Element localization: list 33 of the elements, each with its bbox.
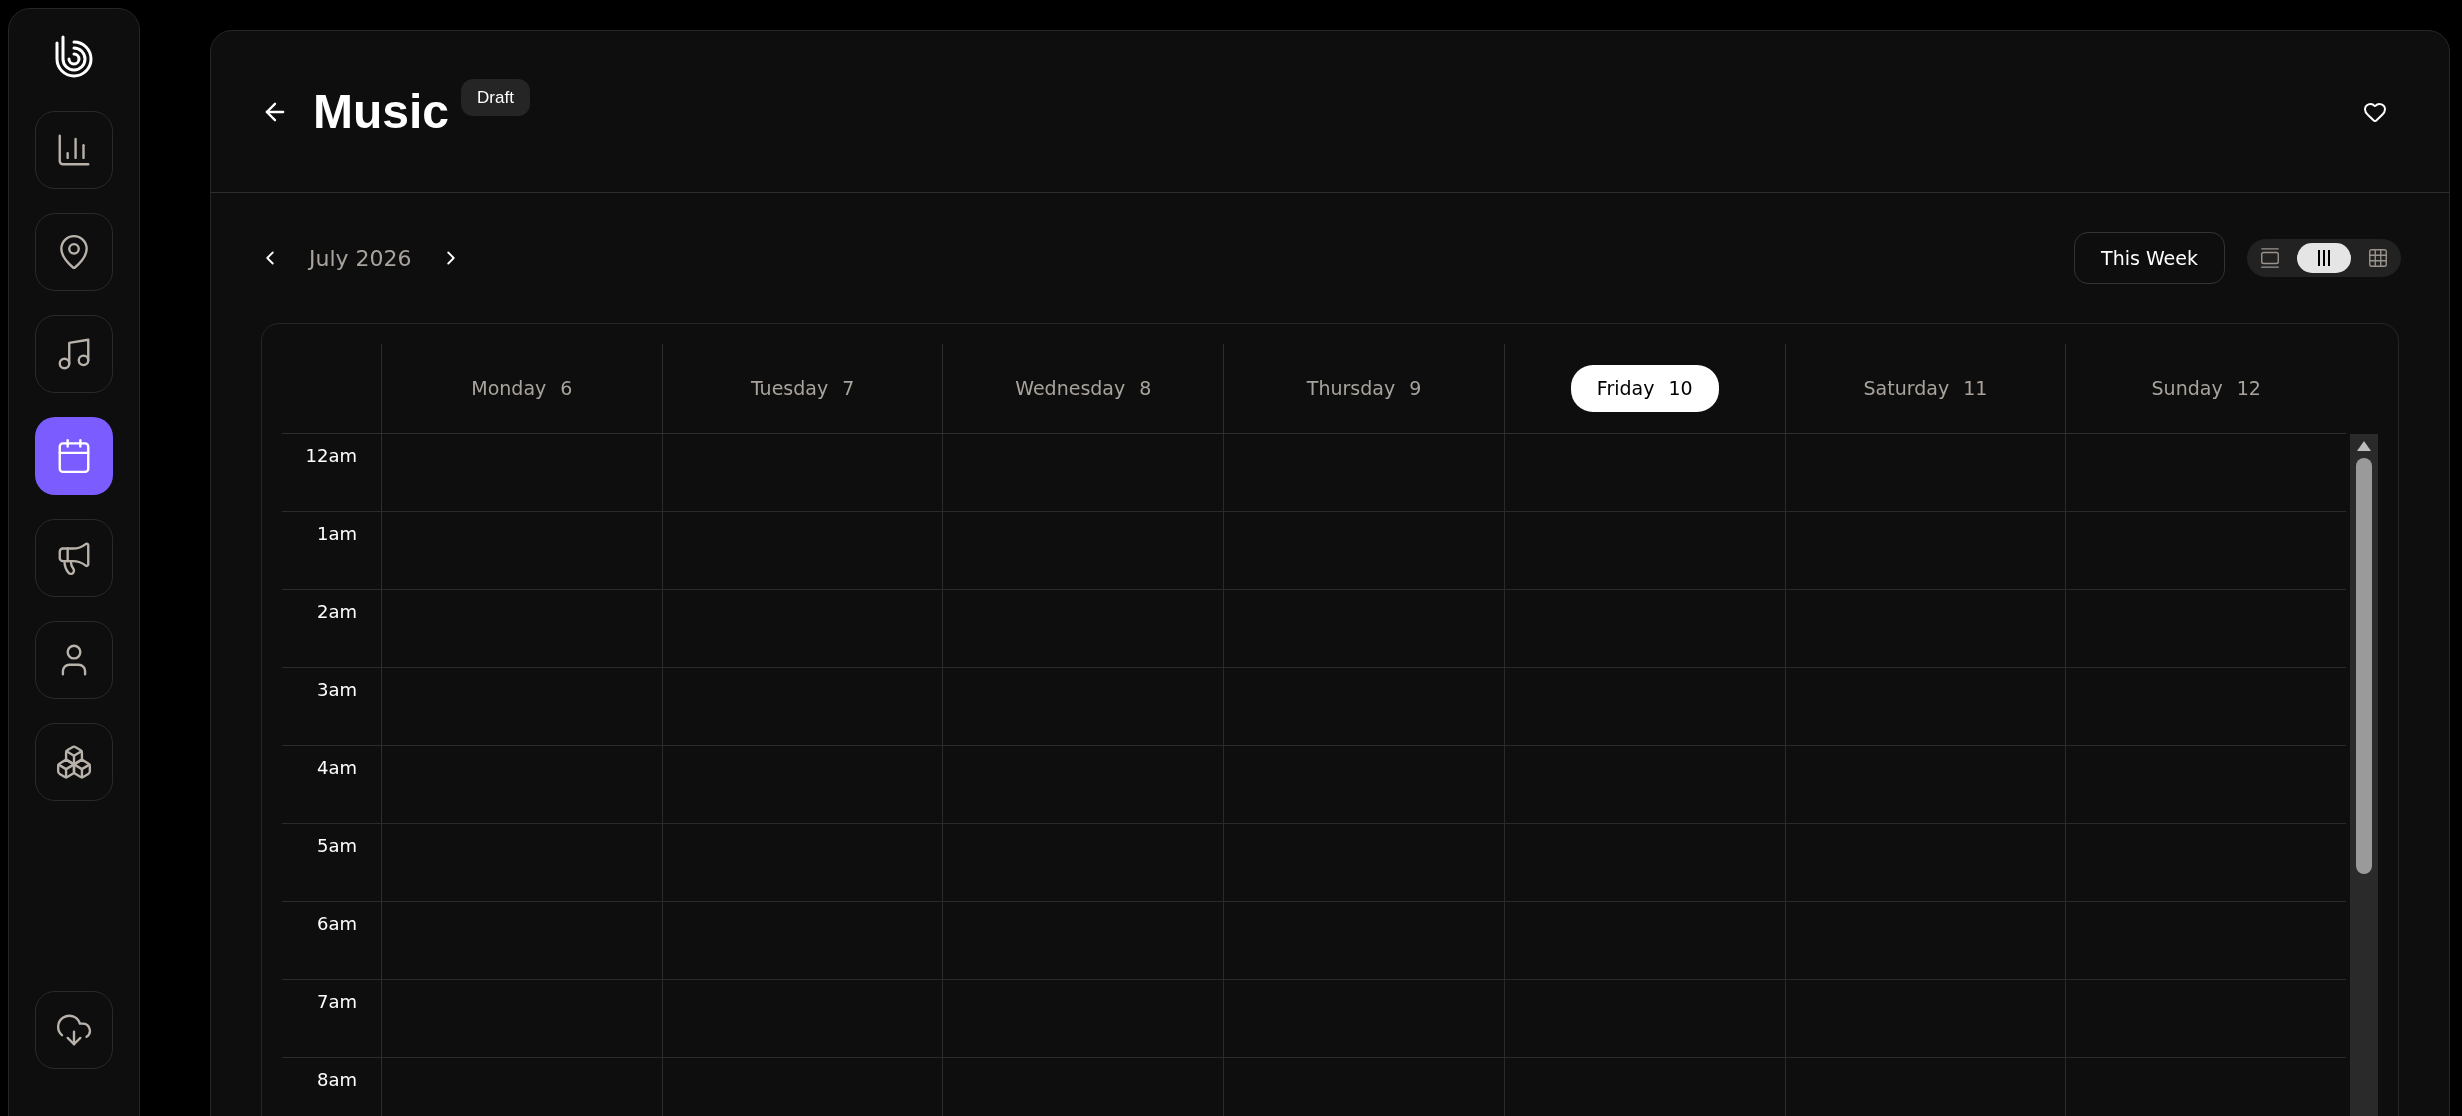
sidebar-nav-button[interactable] <box>35 417 113 495</box>
sidebar-nav-button[interactable] <box>35 315 113 393</box>
day-header[interactable]: Wednesday 8 <box>989 365 1178 412</box>
single-panel-icon <box>2259 247 2281 269</box>
day-header[interactable]: Tuesday 7 <box>724 365 881 412</box>
day-header[interactable]: Thursday 9 <box>1280 365 1448 412</box>
hour-label: 1am <box>316 522 357 546</box>
hour-label: 5am <box>316 834 357 858</box>
view-option[interactable] <box>2297 243 2351 273</box>
day-header[interactable]: Monday 6 <box>445 365 599 412</box>
hour-label: 12am <box>305 444 357 468</box>
month-label: July 2026 <box>309 244 412 273</box>
this-week-button[interactable]: This Week <box>2074 232 2225 284</box>
sidebar-nav-button[interactable] <box>35 111 113 189</box>
hour-label: 6am <box>316 912 357 936</box>
status-badge: Draft <box>461 78 530 117</box>
hour-label: 8am <box>316 1068 357 1092</box>
sidebar-nav-button[interactable] <box>35 519 113 597</box>
boxes-icon <box>55 743 93 781</box>
hour-label: 3am <box>316 678 357 702</box>
day-header[interactable]: Friday 10 <box>1570 365 1719 412</box>
hour-label: 7am <box>316 990 357 1014</box>
day-header[interactable]: Sunday 12 <box>2125 365 2287 412</box>
sidebar-nav-button[interactable] <box>35 213 113 291</box>
sidebar-nav-button[interactable] <box>35 991 113 1069</box>
hour-label: 4am <box>316 756 357 780</box>
grid-icon <box>2367 247 2389 269</box>
hour-label: 2am <box>316 600 357 624</box>
page-title: Music <box>313 87 450 136</box>
scroll-up-arrow-icon <box>2356 440 2372 452</box>
sidebar-nav-button[interactable] <box>35 723 113 801</box>
day-header[interactable]: Saturday 11 <box>1837 365 2014 412</box>
sidebar-nav-button[interactable] <box>35 621 113 699</box>
